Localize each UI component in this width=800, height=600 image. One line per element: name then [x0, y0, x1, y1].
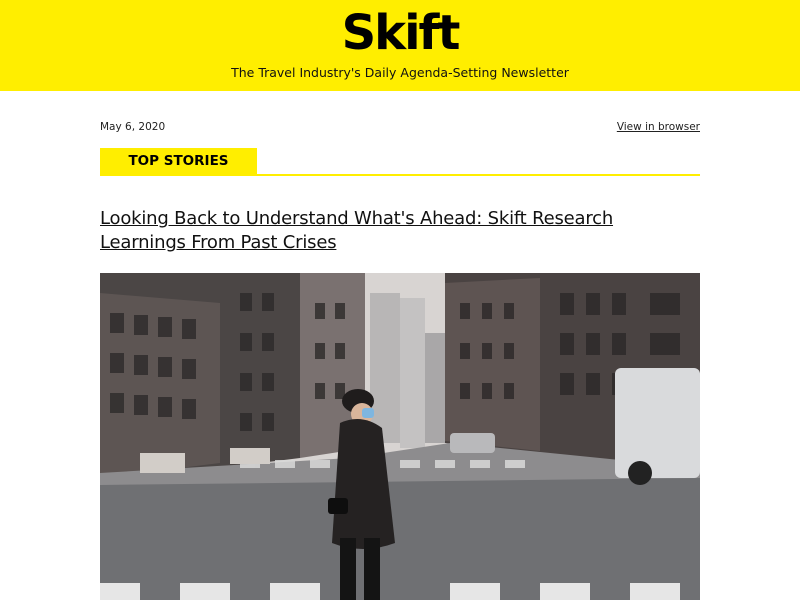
section-label-top-stories: TOP STORIES: [100, 148, 257, 174]
section-header: TOP STORIES: [100, 148, 700, 176]
newsletter-tagline: The Travel Industry's Daily Agenda-Setti…: [231, 65, 569, 80]
street-photo-illustration: [100, 273, 700, 600]
issue-date: May 6, 2020: [100, 121, 166, 133]
view-in-browser-link[interactable]: View in browser: [617, 121, 700, 133]
article-headline-link[interactable]: Looking Back to Understand What's Ahead:…: [100, 207, 700, 255]
skift-logo[interactable]: Skift: [0, 3, 800, 63]
meta-row: May 6, 2020 View in browser: [100, 121, 700, 135]
article-image[interactable]: [100, 273, 700, 600]
newsletter-header: Skift The Travel Industry's Daily Agenda…: [0, 0, 800, 91]
